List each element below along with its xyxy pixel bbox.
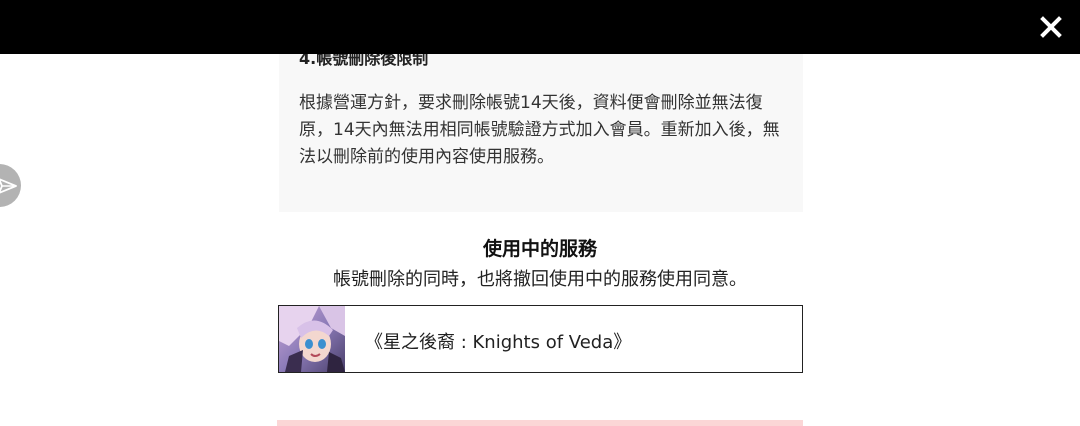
game-thumbnail (279, 306, 345, 372)
close-icon (1040, 16, 1062, 38)
side-float-button[interactable] (0, 164, 21, 207)
service-item: 《星之後裔 : Knights of Veda》 (278, 305, 803, 373)
services-title: 使用中的服務 (482, 238, 597, 260)
top-bar (0, 0, 1080, 54)
next-section-strip (277, 420, 803, 426)
services-description: 帳號刪除的同時，也將撤回使用中的服務使用同意。 (333, 269, 747, 290)
close-button[interactable] (1040, 16, 1062, 38)
send-icon (0, 178, 17, 194)
service-name: 《星之後裔 : Knights of Veda》 (365, 332, 632, 353)
section-body: 根據營運方針，要求刪除帳號14天後，資料便會刪除並無法復原，14天內無法用相同帳… (299, 93, 780, 167)
